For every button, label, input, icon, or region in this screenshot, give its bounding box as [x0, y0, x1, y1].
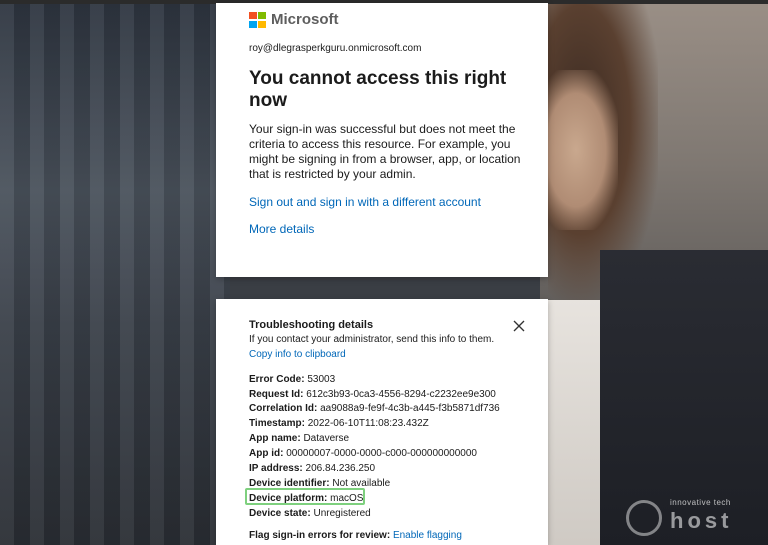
access-denied-card: Microsoft roy@dlegrasperkguru.onmicrosof… [216, 3, 548, 277]
microsoft-logo: Microsoft [249, 11, 339, 28]
flag-errors-row: Flag sign-in errors for review: Enable f… [249, 530, 462, 541]
account-email: roy@dlegrasperkguru.onmicrosoft.com [249, 43, 422, 54]
troubleshooting-card: Troubleshooting details If you contact y… [216, 299, 548, 545]
enable-flagging-link[interactable]: Enable flagging [393, 530, 462, 541]
page-title: You cannot access this right now [249, 68, 507, 111]
error-description: Your sign-in was successful but does not… [249, 122, 521, 181]
detail-app-id: App id: 00000007-0000-0000-c000-00000000… [249, 448, 477, 459]
detail-device-state: Device state: Unregistered [249, 508, 371, 519]
watermark-logo: innovative tech host [626, 498, 768, 538]
troubleshooting-title: Troubleshooting details [249, 319, 374, 331]
detail-error-code: Error Code: 53003 [249, 374, 336, 385]
microsoft-logo-icon [249, 11, 266, 28]
detail-app-name: App name: Dataverse [249, 433, 350, 444]
brand-name: Microsoft [271, 11, 339, 28]
close-icon[interactable] [512, 319, 526, 333]
detail-timestamp: Timestamp: 2022-06-10T11:08:23.432Z [249, 418, 429, 429]
sign-out-link[interactable]: Sign out and sign in with a different ac… [249, 195, 481, 209]
watermark-ring-icon [626, 500, 662, 536]
detail-device-platform: Device platform: macOS [249, 493, 364, 504]
troubleshooting-subtitle: If you contact your administrator, send … [249, 334, 495, 345]
more-details-link[interactable]: More details [249, 222, 314, 236]
detail-correlation-id: Correlation Id: aa9088a9-fe9f-4c3b-a445-… [249, 403, 500, 414]
detail-request-id: Request Id: 612c3b93-0ca3-4556-8294-c223… [249, 389, 496, 400]
detail-ip-address: IP address: 206.84.236.250 [249, 463, 376, 474]
copy-info-link[interactable]: Copy info to clipboard [249, 349, 346, 360]
